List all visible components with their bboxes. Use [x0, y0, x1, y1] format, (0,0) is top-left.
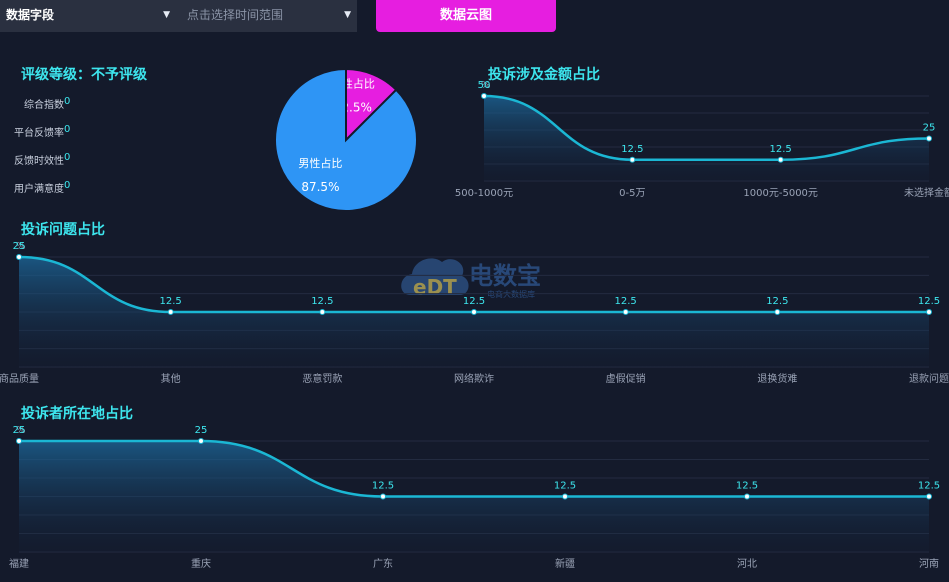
data-point [629, 156, 636, 163]
data-point [622, 309, 629, 315]
data-point [926, 135, 932, 142]
pie-slice [274, 67, 418, 212]
x-tick-label: 福建 [9, 557, 29, 570]
pie-slice-label: 男性占比 [298, 156, 342, 170]
data-label: 50 [478, 80, 491, 91]
x-tick-label: 广东 [373, 557, 393, 570]
data-point [774, 309, 781, 315]
x-tick-label: 河南 [919, 557, 939, 570]
data-label: 25 [13, 241, 26, 252]
data-label: 12.5 [311, 296, 333, 307]
data-point [471, 309, 477, 315]
x-tick-label: 重庆 [191, 557, 211, 570]
pie-slice-value: 87.5% [301, 180, 339, 194]
data-label: 12.5 [463, 296, 485, 307]
x-tick-label: 虚假促销 [606, 372, 646, 385]
data-label: 12.5 [621, 144, 643, 155]
x-tick-label: 未选择金额 [904, 186, 949, 199]
x-tick-label: 其他 [161, 372, 181, 385]
area-fill [484, 96, 929, 181]
x-tick-label: 退款问题 [909, 372, 949, 385]
data-point [380, 493, 386, 500]
data-label: 25 [195, 425, 208, 436]
data-point [16, 254, 22, 260]
data-point [926, 309, 932, 315]
data-point [926, 493, 932, 500]
data-point [319, 309, 326, 315]
data-label: 25 [923, 123, 936, 134]
charts-canvas: 女性占比12.5%男性占比87.5%%50500-1000元12.50-5万12… [0, 67, 949, 570]
data-label: 12.5 [736, 481, 758, 492]
data-point [744, 493, 750, 500]
x-tick-label: 1000元-5000元 [743, 188, 818, 199]
data-label: 12.5 [615, 296, 637, 307]
data-label: 12.5 [160, 296, 182, 307]
data-label: 25 [13, 425, 26, 436]
x-tick-label: 0-5万 [619, 188, 645, 199]
x-tick-label: 退换货难 [757, 372, 797, 385]
data-label: 12.5 [766, 296, 788, 307]
x-tick-label: 500-1000元 [455, 188, 513, 199]
data-label: 12.5 [918, 296, 940, 307]
data-label: 12.5 [372, 481, 394, 492]
data-label: 12.5 [554, 481, 576, 492]
x-tick-label: 商品质量 [0, 372, 39, 385]
data-point [481, 93, 487, 99]
data-point [16, 438, 22, 444]
data-point [562, 493, 568, 500]
x-tick-label: 恶意罚款 [302, 372, 342, 385]
data-point [198, 438, 204, 444]
x-tick-label: 新疆 [555, 557, 575, 570]
data-label: 12.5 [918, 481, 940, 492]
data-point [167, 309, 174, 315]
data-label: 12.5 [770, 144, 792, 155]
x-tick-label: 河北 [737, 558, 757, 570]
x-tick-label: 网络欺诈 [454, 372, 494, 385]
data-point [777, 156, 784, 163]
